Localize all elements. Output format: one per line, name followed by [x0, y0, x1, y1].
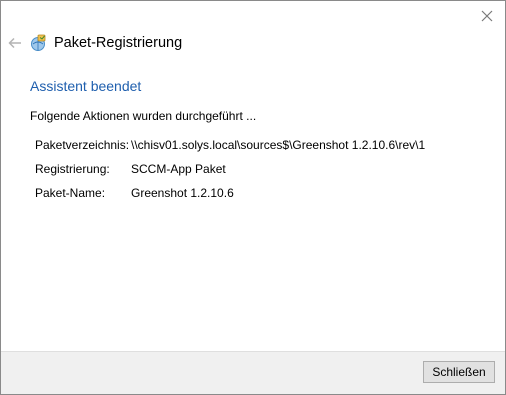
- summary-text: Folgende Aktionen wurden durchgeführt ..…: [30, 109, 257, 123]
- detail-value: Greenshot 1.2.10.6: [131, 186, 234, 200]
- wizard-window: Paket-Registrierung Assistent beendet Fo…: [0, 0, 506, 395]
- detail-row-package-name: Paket-Name: Greenshot 1.2.10.6: [35, 185, 425, 209]
- detail-value: \\chisv01.solys.local\sources$\Greenshot…: [131, 138, 426, 152]
- close-icon: [481, 10, 493, 22]
- close-button[interactable]: Schließen: [423, 361, 495, 383]
- details-list: Paketverzeichnis: \\chisv01.solys.local\…: [35, 137, 425, 209]
- package-icon: [29, 34, 47, 52]
- detail-label: Paketverzeichnis:: [35, 138, 130, 152]
- section-heading: Assistent beendet: [30, 78, 142, 94]
- back-button[interactable]: [7, 35, 23, 51]
- detail-label: Registrierung:: [35, 162, 110, 176]
- arrow-left-icon: [8, 37, 21, 49]
- detail-value: SCCM-App Paket: [131, 162, 226, 176]
- detail-row-registration: Registrierung: SCCM-App Paket: [35, 161, 425, 185]
- detail-row-package-directory: Paketverzeichnis: \\chisv01.solys.local\…: [35, 137, 425, 161]
- window-header: Paket-Registrierung: [7, 34, 182, 52]
- button-bar: Schließen: [1, 351, 505, 394]
- window-title: Paket-Registrierung: [54, 35, 183, 51]
- detail-label: Paket-Name:: [35, 186, 106, 200]
- window-close-button[interactable]: [475, 5, 499, 27]
